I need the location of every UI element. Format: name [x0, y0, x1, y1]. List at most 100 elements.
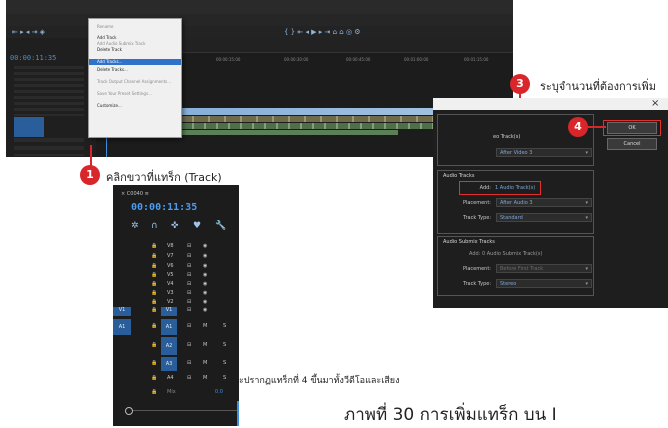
- lock-icon[interactable]: 🔒: [151, 360, 157, 366]
- mix-label: Mix: [167, 389, 176, 395]
- source-patch-a1[interactable]: A1: [113, 319, 131, 335]
- timeline-tracks-result: × C0040 ≡ 00:00:11:35 ✲ ∩ ✜ ♥ 🔧 🔒 V8 ⊟ ◉ 🔒 V…: [113, 185, 239, 426]
- playhead-timecode[interactable]: 00:00:11:35: [131, 202, 197, 213]
- video-placement-dropdown[interactable]: After Video 3 ▾: [496, 148, 592, 157]
- menu-item-delete-tracks[interactable]: Delete Tracks...: [97, 67, 128, 72]
- lock-icon[interactable]: 🔒: [151, 263, 157, 269]
- placement-label: Placement:: [462, 200, 491, 206]
- sync-lock-icon[interactable]: ⊟: [187, 281, 191, 287]
- lock-icon[interactable]: 🔒: [151, 243, 157, 249]
- submix-type-value: Stereo: [500, 281, 517, 287]
- menu-item-channel-assignments[interactable]: Track Output Channel Assignments...: [97, 79, 171, 84]
- lock-icon[interactable]: 🔒: [151, 323, 157, 329]
- sync-lock-icon[interactable]: ⊟: [187, 263, 191, 269]
- track-label: V7: [167, 253, 174, 259]
- marker-icon[interactable]: ♥: [193, 221, 201, 231]
- video-track-count-field[interactable]: eo Track(s): [493, 134, 520, 140]
- ruler-label: 00:00:45:00: [346, 57, 371, 62]
- track-label: V1: [161, 307, 177, 316]
- lock-icon[interactable]: 🔒: [151, 272, 157, 278]
- track-label: V5: [167, 272, 174, 278]
- eye-icon[interactable]: ◉: [203, 253, 207, 259]
- sync-lock-icon[interactable]: ⊟: [187, 375, 191, 381]
- sync-lock-icon[interactable]: ⊟: [187, 290, 191, 296]
- lock-icon[interactable]: 🔒: [151, 389, 157, 395]
- eye-icon[interactable]: ◉: [203, 272, 207, 278]
- audio-type-value: Standard: [500, 215, 523, 221]
- track-type-label: Track Type:: [463, 215, 491, 221]
- track-label: V4: [167, 281, 174, 287]
- menu-item-add-track[interactable]: Add Track: [97, 35, 116, 40]
- menu-item-save-preset[interactable]: Save Your Preset Settings...: [97, 91, 152, 96]
- video-track-headers[interactable]: [14, 66, 84, 116]
- mute-button[interactable]: M: [203, 323, 207, 329]
- mix-value[interactable]: 0.0: [215, 389, 223, 395]
- menu-item-rename[interactable]: Rename: [97, 24, 113, 29]
- audio-placement-dropdown[interactable]: After Audio 3 ▾: [496, 198, 592, 207]
- track-row-a3[interactable]: 🔒 A3 ⊟ M S: [113, 357, 239, 371]
- menu-item-delete-track[interactable]: Delete Track: [97, 47, 122, 52]
- sync-lock-icon[interactable]: ⊟: [187, 307, 191, 313]
- zoom-scrollbar[interactable]: [133, 410, 237, 411]
- track-row-a4[interactable]: 🔒 A4 ⊟ M S: [113, 373, 239, 385]
- submix-section-title: Audio Submix Tracks: [443, 239, 495, 245]
- wrench-icon[interactable]: 🔧: [215, 221, 226, 231]
- audio-track-headers[interactable]: [14, 138, 84, 156]
- audio-placement-value: After Audio 3: [500, 200, 533, 206]
- source-patch-v1[interactable]: V1: [113, 307, 131, 316]
- add-marker-icon[interactable]: ✜: [171, 221, 179, 231]
- selected-track-header[interactable]: [14, 117, 44, 137]
- solo-button[interactable]: S: [223, 342, 226, 348]
- step3-caption: ระบุจำนวนที่ต้องการเพิ่ม: [540, 80, 657, 93]
- result-caption: ะปรากฏแทร็กที่ 4 ขึ้นมาทั้งวีดีโอและเสีย…: [239, 376, 400, 386]
- linked-selection-icon[interactable]: ∩: [151, 221, 158, 231]
- sync-lock-icon[interactable]: ⊟: [187, 299, 191, 305]
- transport-controls-icon[interactable]: { } ⇤ ◂ ▶ ▸ ⇥ ⌂ ⌂ ◎ ⚙: [284, 26, 361, 38]
- lock-icon[interactable]: 🔒: [151, 253, 157, 259]
- menu-item-add-tracks[interactable]: Add Tracks...: [97, 59, 122, 64]
- mute-button[interactable]: M: [203, 342, 207, 348]
- sync-lock-icon[interactable]: ⊟: [187, 323, 191, 329]
- solo-button[interactable]: S: [223, 323, 226, 329]
- sync-lock-icon[interactable]: ⊟: [187, 342, 191, 348]
- submix-count-field[interactable]: Add: 0 Audio Submix Track(s): [469, 251, 542, 257]
- eye-icon[interactable]: ◉: [203, 299, 207, 305]
- track-row-a2[interactable]: 🔒 A2 ⊟ M S: [113, 337, 239, 355]
- snap-icon[interactable]: ✲: [131, 221, 139, 231]
- track-label: A1: [161, 319, 177, 335]
- close-icon[interactable]: ×: [651, 98, 659, 110]
- sync-lock-icon[interactable]: ⊟: [187, 272, 191, 278]
- eye-icon[interactable]: ◉: [203, 281, 207, 287]
- eye-icon[interactable]: ◉: [203, 243, 207, 249]
- lock-icon[interactable]: 🔒: [151, 290, 157, 296]
- menu-item-customize[interactable]: Customize...: [97, 103, 122, 108]
- eye-icon[interactable]: ◉: [203, 307, 207, 313]
- mute-button[interactable]: M: [203, 360, 207, 366]
- lock-icon[interactable]: 🔒: [151, 281, 157, 287]
- panel-edge: [237, 401, 239, 426]
- sequence-timecode[interactable]: 00:00:11:35: [10, 54, 56, 62]
- audio-type-dropdown[interactable]: Standard ▾: [496, 213, 592, 222]
- sync-lock-icon[interactable]: ⊟: [187, 243, 191, 249]
- zoom-handle[interactable]: [125, 407, 133, 415]
- eye-icon[interactable]: ◉: [203, 263, 207, 269]
- solo-button[interactable]: S: [223, 360, 226, 366]
- sync-lock-icon[interactable]: ⊟: [187, 360, 191, 366]
- track-row-v1[interactable]: V1 🔒 V1 ⊟ ◉: [113, 307, 239, 316]
- track-row-a1[interactable]: A1 🔒 A1 ⊟ M S: [113, 319, 239, 335]
- sequence-tab[interactable]: × C0040 ≡: [121, 191, 149, 197]
- submix-type-dropdown[interactable]: Stereo ▾: [496, 279, 592, 288]
- tool-icons-left[interactable]: ⇤ ▸ ◂ ⇥ ◈: [12, 26, 45, 38]
- solo-button[interactable]: S: [223, 375, 226, 381]
- submix-placement-dropdown[interactable]: Before First Track ▾: [496, 264, 592, 273]
- menu-item-add-submix[interactable]: Add Audio Submix Track: [97, 41, 145, 46]
- lock-icon[interactable]: 🔒: [151, 375, 157, 381]
- eye-icon[interactable]: ◉: [203, 290, 207, 296]
- mute-button[interactable]: M: [203, 375, 207, 381]
- cancel-button[interactable]: Cancel: [607, 138, 657, 150]
- lock-icon[interactable]: 🔒: [151, 342, 157, 348]
- submix-type-label: Track Type:: [463, 281, 491, 287]
- sync-lock-icon[interactable]: ⊟: [187, 253, 191, 259]
- lock-icon[interactable]: 🔒: [151, 307, 157, 313]
- lock-icon[interactable]: 🔒: [151, 299, 157, 305]
